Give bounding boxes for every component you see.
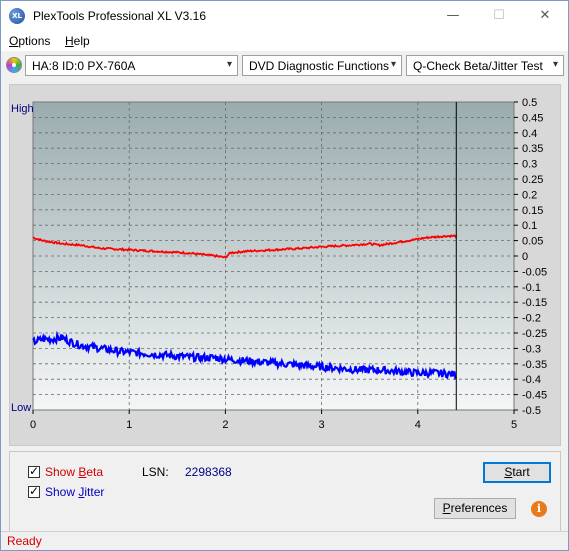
lsn-label: LSN:	[142, 465, 169, 479]
y-tick-label: 0.2	[522, 189, 537, 201]
low-label: Low	[11, 402, 31, 414]
test-select[interactable]: Q-Check Beta/Jitter Test ▾	[406, 55, 564, 76]
test-select-value: Q-Check Beta/Jitter Test	[413, 59, 543, 73]
status-bar: Ready	[1, 531, 568, 550]
y-tick-label: 0	[522, 251, 528, 263]
x-tick-label: 0	[30, 419, 36, 431]
drive-select-value: HA:8 ID:0 PX-760A	[32, 59, 136, 73]
window-title: PlexTools Professional XL V3.16	[33, 9, 206, 23]
y-tick-label: -0.05	[522, 266, 547, 278]
y-tick-label: 0.5	[522, 97, 537, 109]
y-tick-label: -0.5	[522, 405, 541, 417]
chevron-down-icon: ▾	[390, 59, 396, 70]
y-tick-label: 0.25	[522, 174, 543, 186]
close-button[interactable]: ✕	[522, 1, 568, 31]
preferences-button[interactable]: Preferences	[434, 498, 516, 519]
x-tick-label: 5	[511, 419, 517, 431]
app-window: XL PlexTools Professional XL V3.16 — ☐ ✕…	[0, 0, 569, 551]
minimize-button[interactable]: —	[430, 1, 476, 31]
x-tick-label: 1	[126, 419, 132, 431]
y-tick-label: -0.4	[522, 374, 541, 386]
chart-panel: 0.5 0.45 0.4 0.35 0.3 0.25 0.2 0.15 0.1 0.05 0 -0.0…	[9, 84, 561, 446]
menu-bar: Options Help	[1, 31, 568, 51]
lsn-value: 2298368	[185, 465, 232, 479]
chevron-down-icon: ▾	[552, 59, 558, 70]
y-tick-label: 0.35	[522, 143, 543, 155]
y-tick-label: -0.25	[522, 328, 547, 340]
beta-jitter-chart: 0.5 0.45 0.4 0.35 0.3 0.25 0.2 0.15 0.1 0.05 0 -0.0…	[11, 97, 547, 431]
show-jitter-label[interactable]: Show Jitter	[45, 485, 104, 499]
start-button[interactable]: Start	[483, 462, 551, 483]
function-select[interactable]: DVD Diagnostic Functions ▾	[242, 55, 402, 76]
drive-select[interactable]: HA:8 ID:0 PX-760A ▾	[25, 55, 238, 76]
y-tick-label: -0.45	[522, 390, 547, 402]
chart-grid	[33, 102, 514, 410]
y-tick-label: -0.15	[522, 297, 547, 309]
y-tick-label: 0.15	[522, 205, 543, 217]
y-tick-label: -0.2	[522, 313, 541, 325]
y-tick-label: 0.4	[522, 128, 537, 140]
maximize-button[interactable]: ☐	[476, 1, 522, 31]
x-tick-label: 3	[319, 419, 325, 431]
toolbar: HA:8 ID:0 PX-760A ▾ DVD Diagnostic Funct…	[1, 52, 568, 80]
chevron-down-icon: ▾	[226, 59, 232, 70]
show-beta-label[interactable]: Show Beta	[45, 465, 103, 479]
title-bar: XL PlexTools Professional XL V3.16 — ☐ ✕	[1, 1, 568, 31]
x-tick-label: 2	[222, 419, 228, 431]
y-tick-label: 0.3	[522, 159, 537, 171]
menu-options[interactable]: Options	[9, 34, 50, 48]
y-tick-label: 0.05	[522, 236, 543, 248]
y-tick-label: 0.45	[522, 112, 543, 124]
y-tick-label: -0.35	[522, 359, 547, 371]
plextools-logo-icon: XL	[9, 8, 25, 24]
show-jitter-checkbox[interactable]	[28, 484, 40, 498]
status-text: Ready	[7, 534, 42, 548]
high-label: High	[11, 103, 34, 115]
y-tick-label: -0.3	[522, 343, 541, 355]
info-icon[interactable]: i	[531, 501, 547, 517]
show-beta-checkbox[interactable]	[28, 464, 40, 478]
y-tick-label: 0.1	[522, 220, 537, 232]
x-tick-label: 4	[415, 419, 421, 431]
y-tick-label: -0.1	[522, 282, 541, 294]
menu-help[interactable]: Help	[65, 34, 90, 48]
controls-panel: Show Beta Show Jitter LSN: 2298368 Start…	[9, 451, 561, 533]
function-select-value: DVD Diagnostic Functions	[249, 59, 390, 73]
